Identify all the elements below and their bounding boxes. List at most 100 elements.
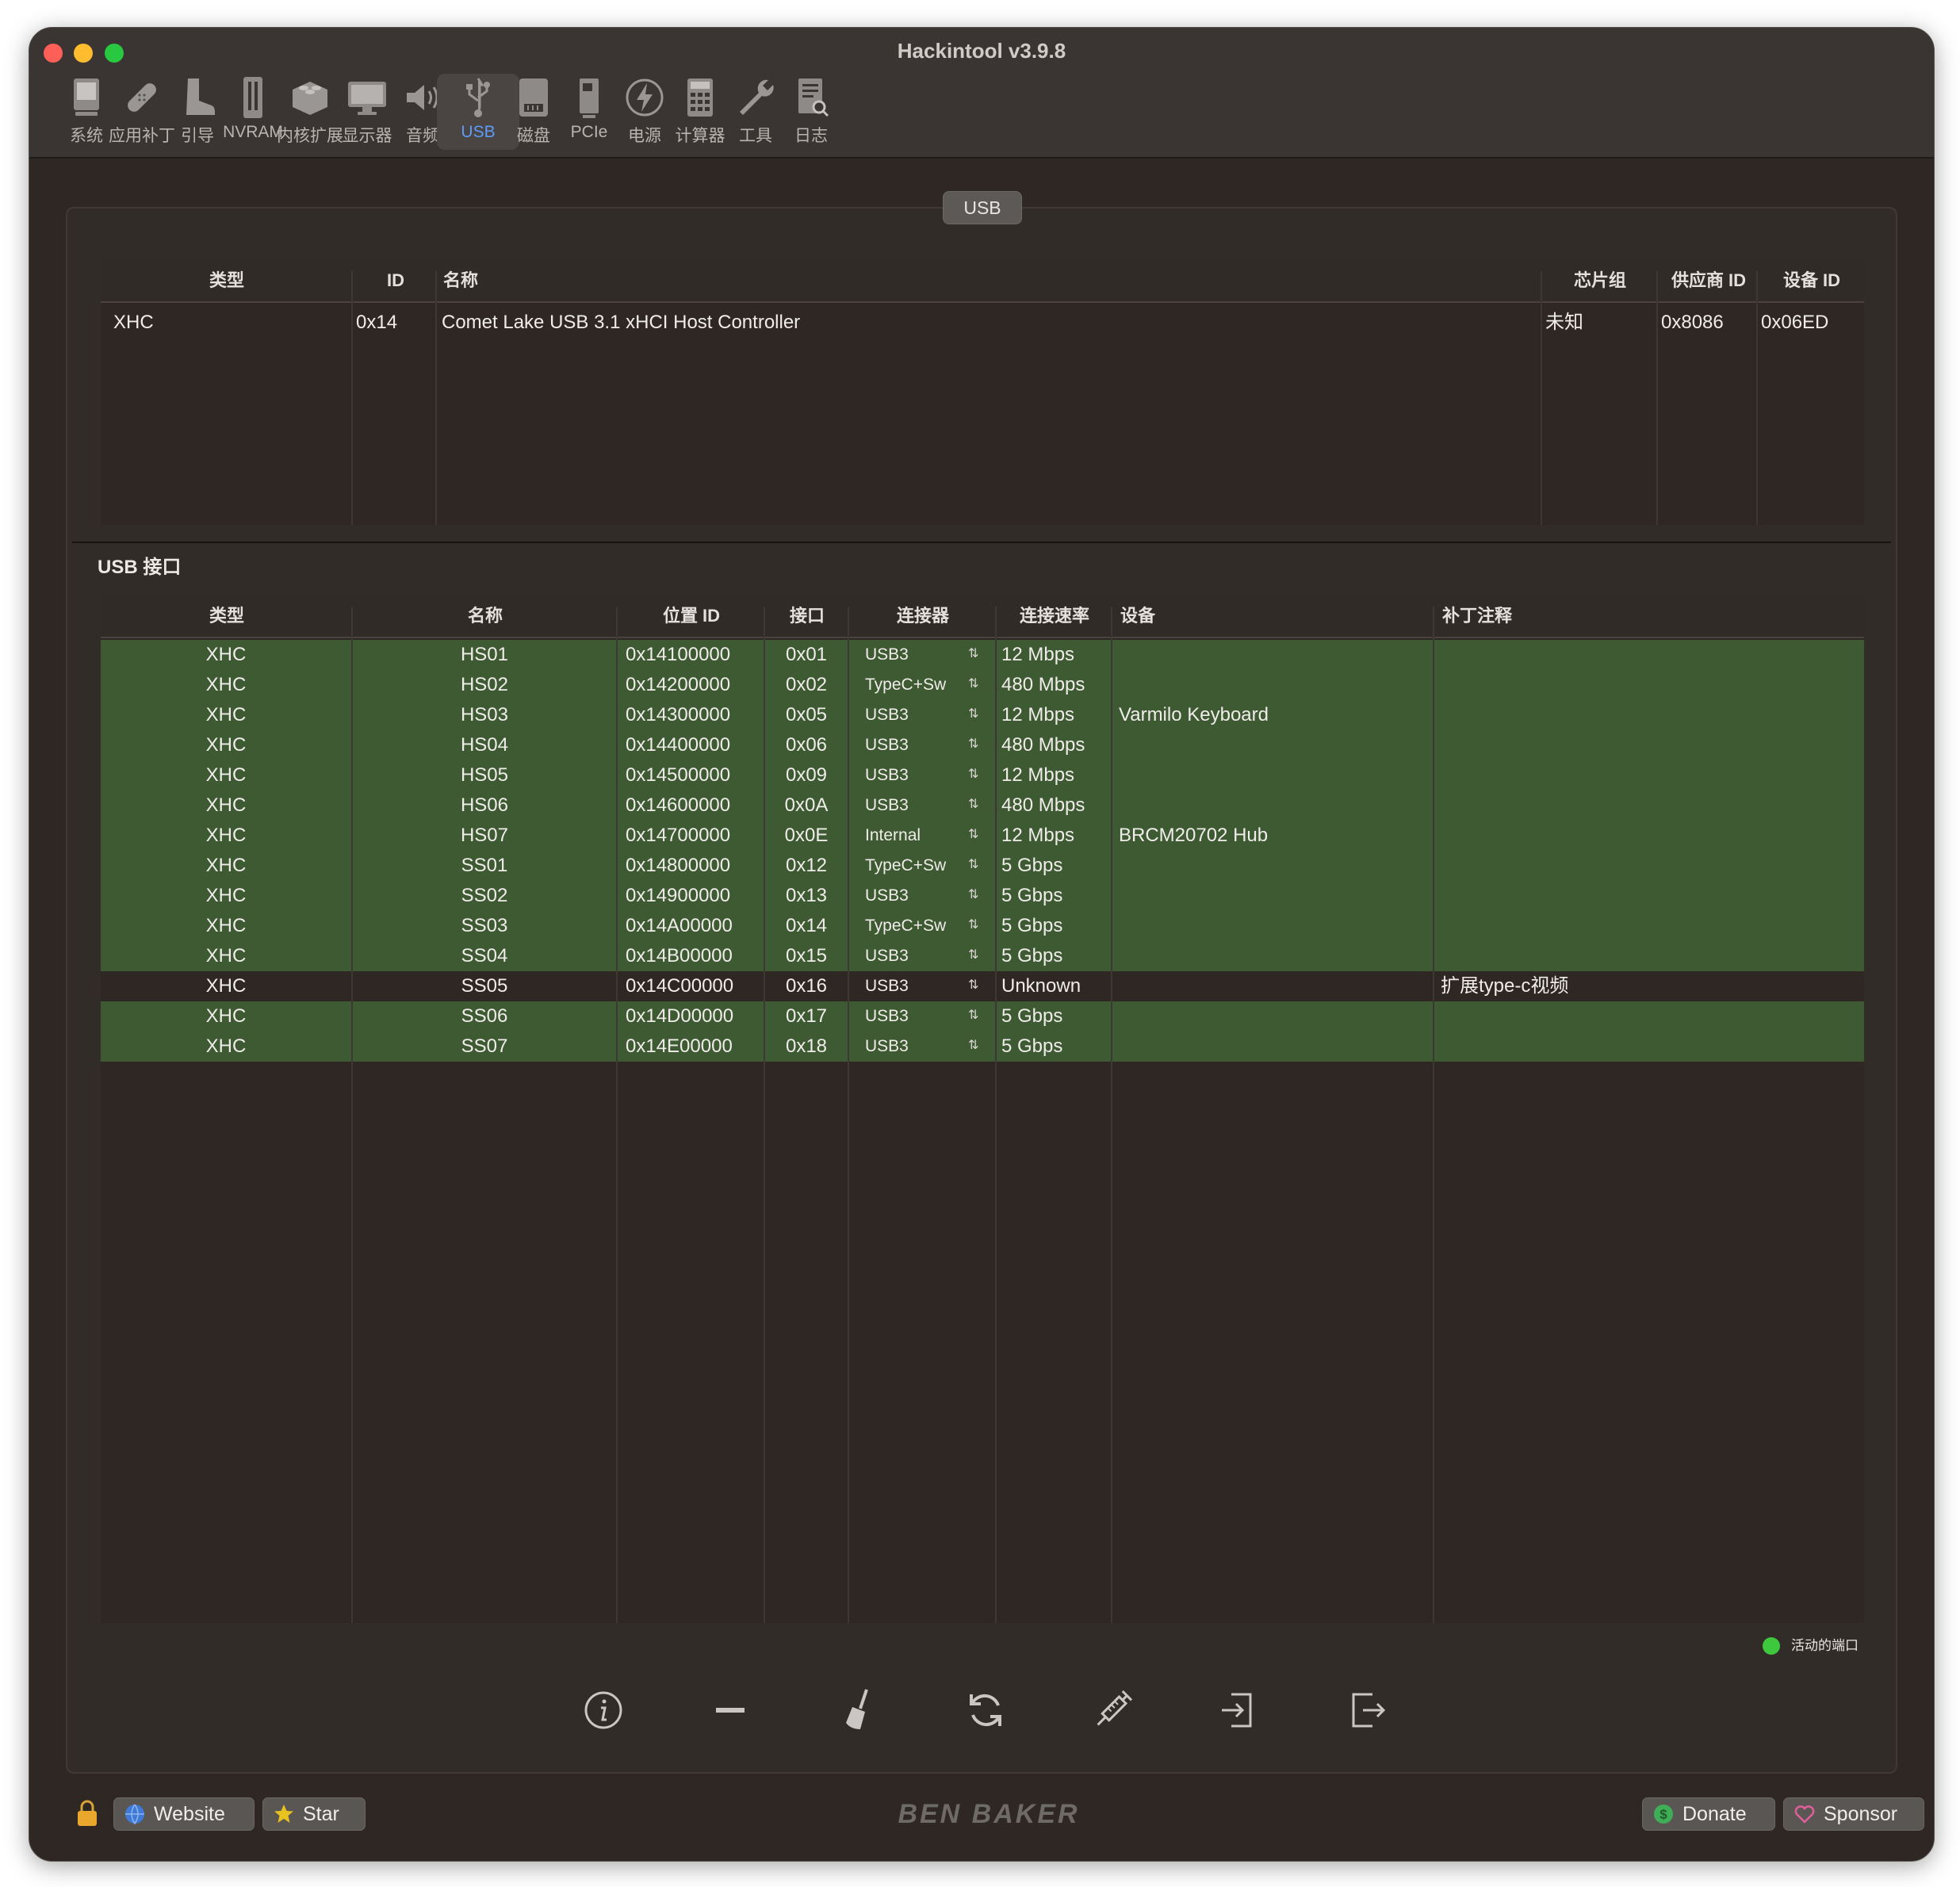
port-row[interactable]: XHC HS05 0x14500000 0x09 USB3 12 Mbps ⇅ [101, 760, 1864, 790]
port-connector[interactable]: USB3 [865, 1032, 960, 1062]
port-comment[interactable] [1441, 760, 1862, 790]
port-row[interactable]: XHC SS07 0x14E00000 0x18 USB3 5 Gbps ⇅ [101, 1032, 1864, 1062]
port-comment[interactable] [1441, 790, 1862, 821]
donate-button[interactable]: $ Donate [1642, 1797, 1775, 1831]
connector-stepper-icon[interactable]: ⇅ [968, 730, 978, 760]
port-comment[interactable] [1441, 881, 1862, 911]
port-connector[interactable]: USB3 [865, 941, 960, 971]
port-connector[interactable]: USB3 [865, 790, 960, 821]
controller-row[interactable]: XHC 0x14 Comet Lake USB 3.1 xHCI Host Co… [101, 308, 1864, 338]
port-row[interactable]: XHC HS02 0x14200000 0x02 TypeC+Sw 480 Mbps ⇅ [101, 670, 1864, 700]
connector-stepper-icon[interactable]: ⇅ [968, 911, 978, 941]
port-name: HS06 [460, 794, 509, 816]
port-name: SS02 [461, 885, 508, 906]
port-comment[interactable] [1441, 1001, 1862, 1032]
controller-device-id: 0x06ED [1761, 312, 1829, 333]
connector-stepper-icon[interactable]: ⇅ [968, 640, 978, 670]
port-row[interactable]: XHC SS05 0x14C00000 0x16 USB3 Unknown 扩展type-c… [101, 971, 1864, 1001]
port-connector[interactable]: USB3 [865, 730, 960, 760]
svg-text:$: $ [1659, 1807, 1667, 1822]
port-row[interactable]: XHC SS02 0x14900000 0x13 USB3 5 Gbps ⇅ [101, 881, 1864, 911]
port-row[interactable]: XHC HS04 0x14400000 0x06 USB3 480 Mbps ⇅ [101, 730, 1864, 760]
port-row[interactable]: XHC HS06 0x14600000 0x0A USB3 480 Mbps ⇅ [101, 790, 1864, 821]
port-speed: 5 Gbps [1001, 855, 1063, 876]
lock-icon[interactable] [75, 1799, 99, 1828]
remove-button[interactable] [705, 1685, 756, 1736]
section-divider [72, 542, 1891, 543]
col-header-location-id[interactable]: 位置 ID [618, 595, 765, 637]
connector-stepper-icon[interactable]: ⇅ [968, 881, 978, 911]
port-comment[interactable] [1441, 1032, 1862, 1062]
port-comment[interactable] [1441, 851, 1862, 881]
col-header-port[interactable]: 接口 [765, 595, 849, 637]
port-connector[interactable]: USB3 [865, 640, 960, 670]
connector-stepper-icon[interactable]: ⇅ [968, 1001, 978, 1032]
port-row[interactable]: XHC SS01 0x14800000 0x12 TypeC+Sw 5 Gbps ⇅ [101, 851, 1864, 881]
port-speed: 5 Gbps [1001, 945, 1063, 966]
hackintool-window: Hackintool v3.9.8 系统 应用补丁 引导 NVRAM 内核扩展 … [29, 27, 1935, 1862]
port-device [1119, 851, 1433, 881]
col-header-name[interactable]: 名称 [443, 260, 1078, 301]
port-connector[interactable]: USB3 [865, 700, 960, 730]
import-button[interactable] [1214, 1685, 1265, 1736]
connector-stepper-icon[interactable]: ⇅ [968, 971, 978, 1001]
controller-vendor-id: 0x8086 [1661, 312, 1724, 333]
active-port-legend-label: 活动的端口 [1791, 1638, 1859, 1653]
col-header-speed[interactable]: 连接速率 [997, 595, 1112, 637]
export-button[interactable] [1341, 1685, 1392, 1736]
port-connector[interactable]: USB3 [865, 1001, 960, 1032]
port-comment[interactable] [1441, 730, 1862, 760]
connector-stepper-icon[interactable]: ⇅ [968, 941, 978, 971]
col-header-comment[interactable]: 补丁注释 [1442, 595, 1759, 637]
port-row[interactable]: XHC SS03 0x14A00000 0x14 TypeC+Sw 5 Gbps ⇅ [101, 911, 1864, 941]
col-header-type[interactable]: 类型 [101, 260, 353, 301]
port-connector[interactable]: USB3 [865, 971, 960, 1001]
port-row[interactable]: XHC HS03 0x14300000 0x05 USB3 12 Mbps Varmilo … [101, 700, 1864, 730]
col-header-device[interactable]: 设备 [1120, 595, 1437, 637]
col-header-chipset[interactable]: 芯片组 [1542, 260, 1658, 301]
port-comment[interactable] [1441, 640, 1862, 670]
col-header-id[interactable]: ID [354, 260, 437, 301]
port-row[interactable]: XHC HS01 0x14100000 0x01 USB3 12 Mbps ⇅ [101, 640, 1864, 670]
col-header-type[interactable]: 类型 [101, 595, 353, 637]
port-row[interactable]: XHC SS04 0x14B00000 0x15 USB3 5 Gbps ⇅ [101, 941, 1864, 971]
port-comment[interactable] [1441, 911, 1862, 941]
refresh-button[interactable] [960, 1685, 1011, 1736]
connector-stepper-icon[interactable]: ⇅ [968, 670, 978, 700]
port-connector[interactable]: TypeC+Sw [865, 851, 960, 881]
tab-log[interactable]: 日志 [770, 74, 852, 150]
port-connector[interactable]: Internal [865, 821, 960, 851]
usb-ports-table: 类型 名称 位置 ID 接口 连接器 连接速率 设备 补丁注释 XHC HS01 0… [101, 595, 1864, 1623]
port-connector[interactable]: TypeC+Sw [865, 670, 960, 700]
connector-stepper-icon[interactable]: ⇅ [968, 821, 978, 851]
port-row[interactable]: XHC HS07 0x14700000 0x0E Internal 12 Mbps BRCM… [101, 821, 1864, 851]
connector-stepper-icon[interactable]: ⇅ [968, 1032, 978, 1062]
connector-stepper-icon[interactable]: ⇅ [968, 790, 978, 821]
port-connector[interactable]: USB3 [865, 881, 960, 911]
website-button[interactable]: Website [113, 1797, 255, 1831]
star-button[interactable]: Star [262, 1797, 366, 1831]
port-location-id: 0x14400000 [626, 734, 731, 756]
info-button[interactable] [578, 1685, 629, 1736]
col-header-vendor-id[interactable]: 供应商 ID [1659, 260, 1758, 301]
col-header-name[interactable]: 名称 [353, 595, 618, 637]
port-comment[interactable]: 扩展type-c视频 [1441, 971, 1862, 1001]
clear-button[interactable] [833, 1685, 884, 1736]
port-connector[interactable]: TypeC+Sw [865, 911, 960, 941]
connector-stepper-icon[interactable]: ⇅ [968, 760, 978, 790]
port-comment[interactable] [1441, 670, 1862, 700]
connector-stepper-icon[interactable]: ⇅ [968, 700, 978, 730]
sponsor-button[interactable]: Sponsor [1783, 1797, 1924, 1831]
port-connector[interactable]: USB3 [865, 760, 960, 790]
col-header-connector[interactable]: 连接器 [849, 595, 997, 637]
col-header-device-id[interactable]: 设备 ID [1759, 260, 1864, 301]
inject-button[interactable] [1087, 1685, 1138, 1736]
port-speed: 480 Mbps [1001, 734, 1085, 756]
port-comment[interactable] [1441, 700, 1862, 730]
connector-stepper-icon[interactable]: ⇅ [968, 851, 978, 881]
port-comment[interactable] [1441, 821, 1862, 851]
ben-baker-logo: BEN BAKER [898, 1799, 1077, 1829]
usb-ports-section-title: USB 接口 [98, 557, 182, 578]
port-row[interactable]: XHC SS06 0x14D00000 0x17 USB3 5 Gbps ⇅ [101, 1001, 1864, 1032]
port-comment[interactable] [1441, 941, 1862, 971]
